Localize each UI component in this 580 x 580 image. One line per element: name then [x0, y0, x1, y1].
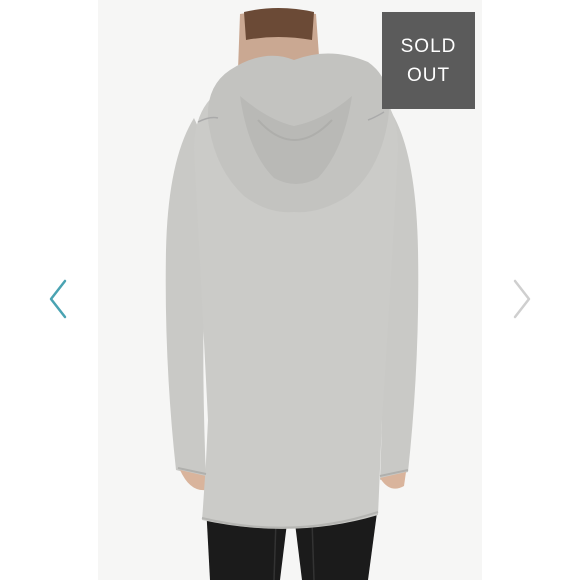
sold-out-badge: SOLD OUT [382, 12, 475, 109]
chevron-left-icon [49, 279, 67, 319]
sold-out-line2: OUT [406, 64, 451, 86]
product-photo-viewer: SOLD OUT [0, 0, 580, 580]
previous-photo-button[interactable] [43, 274, 73, 324]
chevron-right-icon [513, 279, 531, 319]
sold-out-line1: SOLD [400, 35, 457, 57]
next-photo-button[interactable] [507, 274, 537, 324]
